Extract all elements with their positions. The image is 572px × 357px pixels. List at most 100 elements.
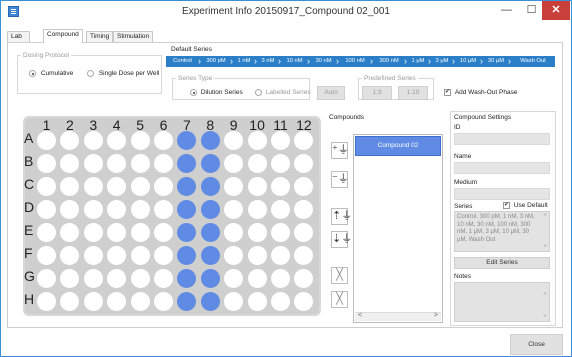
- well-c10[interactable]: [247, 177, 267, 196]
- use-default-checkbox[interactable]: Use Default: [503, 201, 548, 209]
- default-series-bar[interactable]: Control › 300 pM › 1 nM › 3 nM › 10 nM ›…: [166, 56, 555, 67]
- auto-button[interactable]: Auto: [317, 86, 345, 100]
- well-a5[interactable]: [130, 131, 150, 150]
- well-e3[interactable]: [83, 223, 103, 242]
- well-c5[interactable]: [130, 177, 150, 196]
- well-g3[interactable]: [83, 269, 103, 288]
- row-label[interactable]: H: [24, 291, 34, 307]
- tab-lab-book[interactable]: Lab Book: [7, 31, 30, 50]
- well-h8[interactable]: [200, 292, 220, 311]
- scroll-up-arrow[interactable]: ˄: [542, 292, 548, 300]
- row-label[interactable]: G: [24, 268, 35, 284]
- id-field[interactable]: [454, 133, 550, 145]
- tab-compound[interactable]: Compound: [43, 29, 83, 43]
- row-label[interactable]: A: [24, 130, 33, 146]
- well-f10[interactable]: [247, 246, 267, 265]
- close-button[interactable]: Close: [510, 334, 563, 355]
- ratio-1-10-button[interactable]: 1:10: [398, 86, 428, 100]
- well-d1[interactable]: [37, 200, 56, 219]
- well-g11[interactable]: [271, 269, 290, 288]
- edit-series-button[interactable]: Edit Series: [454, 257, 550, 269]
- row-label[interactable]: F: [24, 245, 33, 261]
- scroll-right-arrow[interactable]: >: [434, 312, 438, 319]
- well-h3[interactable]: [83, 292, 103, 311]
- name-field[interactable]: [454, 162, 550, 174]
- well-f6[interactable]: [154, 246, 173, 265]
- tab-timing[interactable]: Timing: [86, 31, 114, 42]
- well-f8[interactable]: [200, 246, 220, 265]
- close-window-button[interactable]: ✕: [542, 1, 570, 20]
- compound-list[interactable]: Compound 02 < >: [353, 134, 443, 323]
- well-d5[interactable]: [130, 200, 150, 219]
- horizontal-scrollbar[interactable]: < >: [355, 312, 441, 321]
- well-d10[interactable]: [247, 200, 267, 219]
- medium-field[interactable]: [454, 188, 550, 200]
- well-b5[interactable]: [130, 154, 150, 173]
- tab-stimulation[interactable]: Stimulation: [113, 31, 154, 42]
- well-f5[interactable]: [130, 246, 150, 265]
- well-b1[interactable]: [37, 154, 56, 173]
- well-g1[interactable]: [37, 269, 56, 288]
- cumulative-radio[interactable]: Cumulative: [29, 70, 73, 77]
- notes-textarea[interactable]: ˄ ˅: [454, 282, 550, 322]
- add-compound-button[interactable]: ⁺⏚: [331, 142, 349, 159]
- minimize-button[interactable]: —: [494, 1, 519, 20]
- well-f11[interactable]: [271, 246, 290, 265]
- well-a11[interactable]: [271, 131, 290, 150]
- well-b11[interactable]: [271, 154, 290, 173]
- move-compound-down-button[interactable]: ⇣⏚: [331, 231, 352, 248]
- well-a8[interactable]: [200, 131, 220, 150]
- well-c3[interactable]: [83, 177, 103, 196]
- well-f3[interactable]: [83, 246, 103, 265]
- well-d6[interactable]: [154, 200, 173, 219]
- row-label[interactable]: E: [24, 222, 33, 238]
- labelled-series-radio[interactable]: Labelled Series: [255, 89, 311, 96]
- scroll-up-arrow[interactable]: ˄: [542, 213, 548, 221]
- well-a1[interactable]: [37, 131, 56, 150]
- well-h5[interactable]: [130, 292, 150, 311]
- scroll-left-arrow[interactable]: <: [358, 312, 362, 319]
- well-c11[interactable]: [271, 177, 290, 196]
- well-e5[interactable]: [130, 223, 150, 242]
- well-h1[interactable]: [37, 292, 56, 311]
- well-b3[interactable]: [83, 154, 103, 173]
- scroll-down-arrow[interactable]: ˅: [542, 314, 548, 322]
- well-g10[interactable]: [247, 269, 267, 288]
- series-textarea[interactable]: Control, 300 pM, 1 nM, 3 nM, 10 nM, 30 n…: [454, 211, 550, 252]
- washout-checkbox[interactable]: Add Wash-Out Phase: [444, 88, 517, 96]
- well-e6[interactable]: [154, 223, 173, 242]
- clear-all-button[interactable]: ╳: [331, 291, 348, 308]
- well-g8[interactable]: [200, 269, 220, 288]
- well-f1[interactable]: [37, 246, 56, 265]
- well-d3[interactable]: [83, 200, 103, 219]
- well-e1[interactable]: [37, 223, 56, 242]
- dilution-series-radio[interactable]: Dilution Series: [190, 89, 243, 96]
- row-label[interactable]: B: [24, 153, 33, 169]
- well-g5[interactable]: [130, 269, 150, 288]
- well-c6[interactable]: [154, 177, 173, 196]
- well-h10[interactable]: [247, 292, 267, 311]
- well-c8[interactable]: [200, 177, 220, 196]
- well-a3[interactable]: [83, 131, 103, 150]
- well-b10[interactable]: [247, 154, 267, 173]
- well-h11[interactable]: [271, 292, 290, 311]
- well-h6[interactable]: [154, 292, 173, 311]
- maximize-button[interactable]: ☐: [519, 1, 544, 20]
- vertical-scrollbar[interactable]: ˄ ˅: [542, 213, 548, 251]
- list-item[interactable]: Compound 02: [355, 136, 441, 156]
- single-dose-radio[interactable]: Single Dose per Well: [87, 70, 159, 77]
- well-c1[interactable]: [37, 177, 56, 196]
- well-d11[interactable]: [271, 200, 290, 219]
- well-a10[interactable]: [247, 131, 267, 150]
- move-compound-up-button[interactable]: ⇡⏚: [331, 208, 352, 225]
- well-e10[interactable]: [247, 223, 267, 242]
- well-a6[interactable]: [154, 131, 173, 150]
- vertical-scrollbar[interactable]: ˄ ˅: [542, 284, 548, 321]
- row-label[interactable]: C: [24, 176, 34, 192]
- clear-selection-button[interactable]: ╳: [331, 267, 348, 284]
- remove-compound-button[interactable]: ⁻⏚: [331, 171, 349, 188]
- row-label[interactable]: D: [24, 199, 34, 215]
- well-b8[interactable]: [200, 154, 220, 173]
- well-e11[interactable]: [271, 223, 290, 242]
- well-g6[interactable]: [154, 269, 173, 288]
